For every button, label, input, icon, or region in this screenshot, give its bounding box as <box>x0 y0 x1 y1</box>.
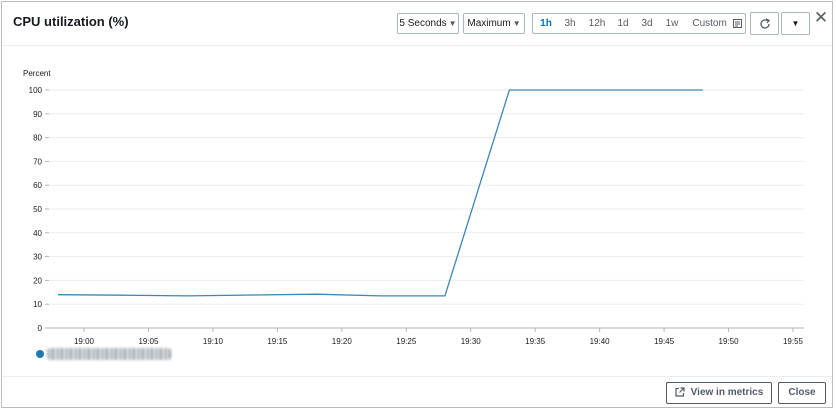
y-axis-unit-label: Percent <box>23 69 51 78</box>
y-tick-label: 10 <box>33 300 42 309</box>
y-tick-label: 100 <box>29 86 43 95</box>
y-tick-label: 60 <box>33 181 42 190</box>
x-tick-label: 19:05 <box>138 337 159 346</box>
x-tick-label: 19:30 <box>461 337 482 346</box>
y-tick-label: 30 <box>33 253 42 262</box>
legend-label-redacted <box>47 348 171 360</box>
x-tick-label: 19:20 <box>332 337 353 346</box>
close-button[interactable]: Close <box>778 382 826 404</box>
metric-modal: CPU utilization (%) 5 Seconds ▼ Maximum ▼ … <box>1 1 833 408</box>
x-tick-label: 19:00 <box>74 337 95 346</box>
footer-divider <box>2 376 832 377</box>
x-tick-label: 19:10 <box>203 337 224 346</box>
x-tick-label: 19:55 <box>783 337 804 346</box>
y-tick-label: 90 <box>33 110 42 119</box>
x-tick-label: 19:50 <box>719 337 740 346</box>
view-in-metrics-button[interactable]: View in metrics <box>666 382 772 404</box>
x-tick-label: 19:25 <box>396 337 417 346</box>
y-tick-label: 70 <box>33 157 42 166</box>
x-tick-label: 19:40 <box>590 337 611 346</box>
legend-swatch <box>36 350 44 358</box>
y-tick-label: 40 <box>33 229 42 238</box>
external-link-icon <box>675 387 685 397</box>
view-in-metrics-label: View in metrics <box>690 387 764 398</box>
y-tick-label: 80 <box>33 134 42 143</box>
x-tick-label: 19:45 <box>654 337 675 346</box>
x-tick-label: 19:15 <box>267 337 288 346</box>
y-tick-label: 50 <box>33 205 42 214</box>
y-tick-label: 0 <box>38 324 43 333</box>
cpu-line-chart: Percent 0 10 20 30 40 50 60 70 80 90 100 19:00 19:05 1… <box>23 69 804 346</box>
x-tick-label: 19:35 <box>525 337 546 346</box>
y-tick-label: 20 <box>33 276 42 285</box>
series-line <box>57 89 703 297</box>
